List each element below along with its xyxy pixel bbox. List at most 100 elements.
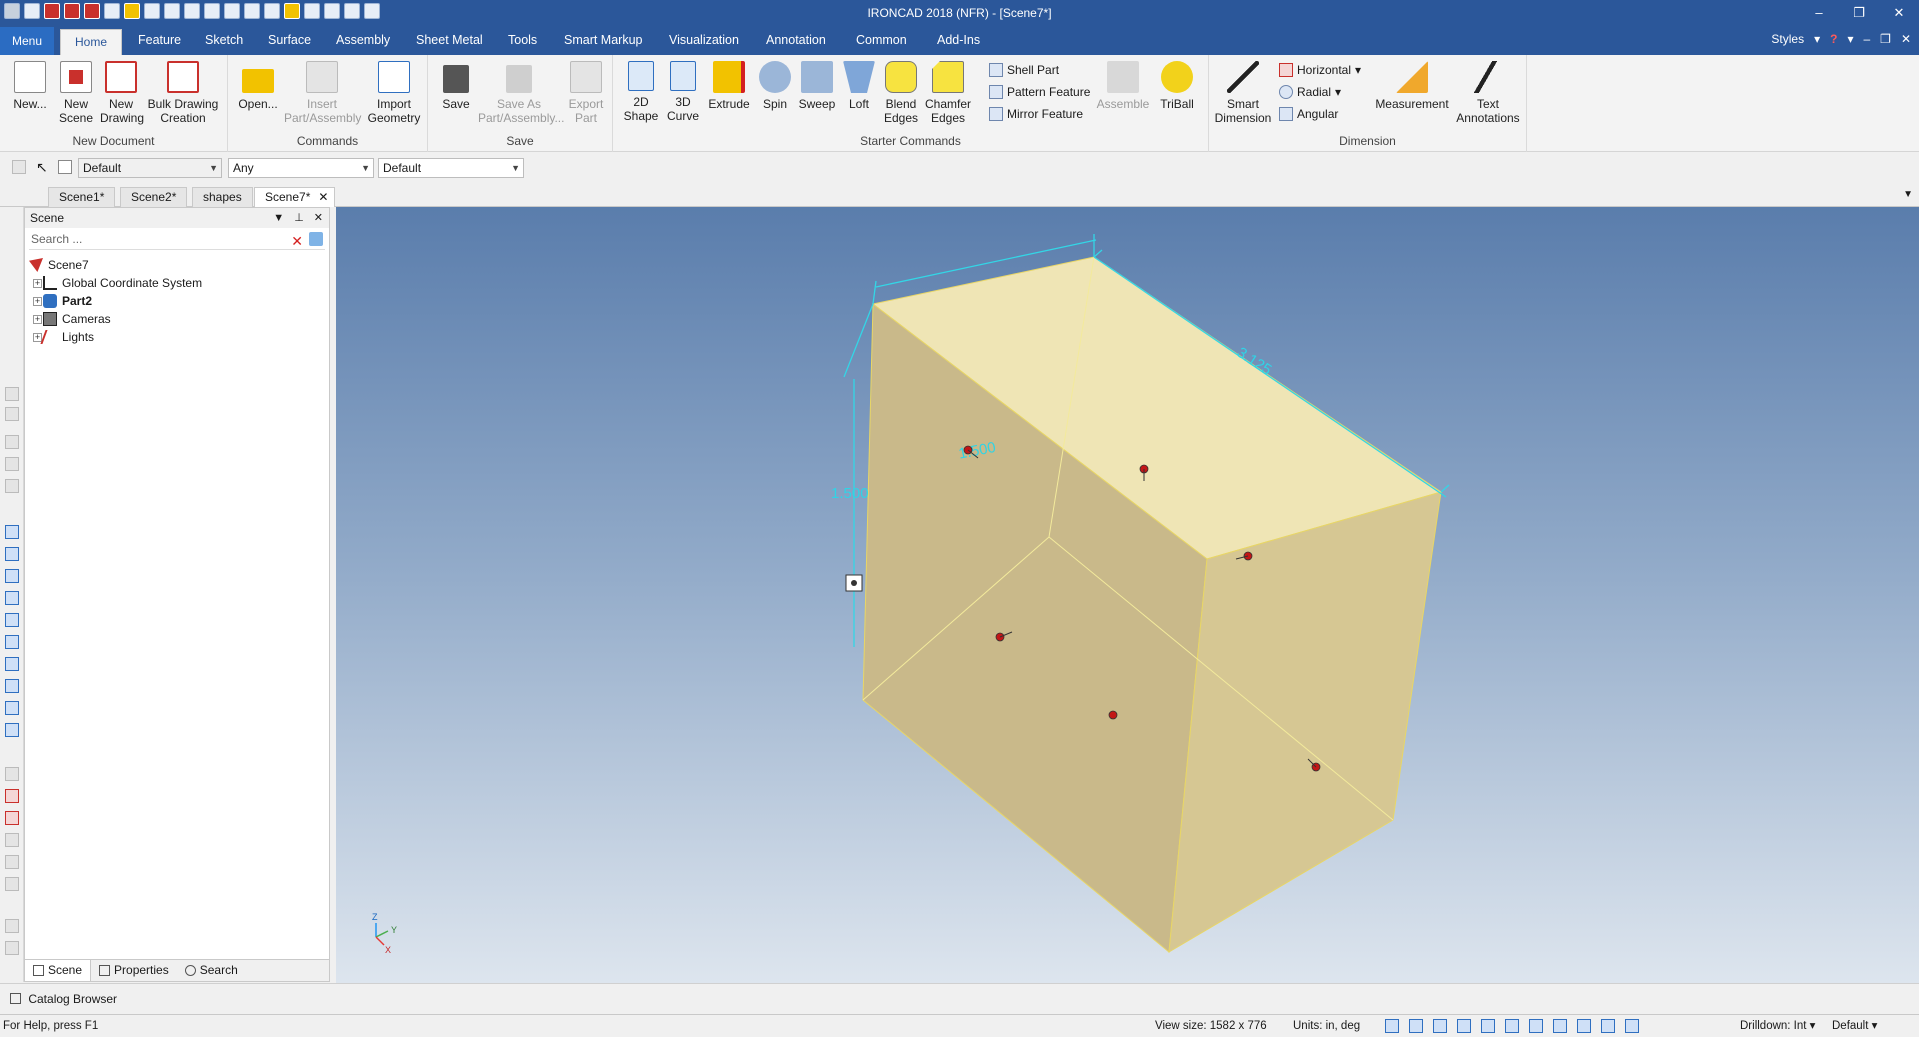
view-cube-icon[interactable] [1433, 1019, 1447, 1033]
new-scene-button[interactable]: New Scene [56, 61, 96, 125]
zoom-window-icon[interactable] [1409, 1019, 1423, 1033]
triball-button[interactable]: TriBall [1155, 61, 1199, 111]
smart-dimension-button[interactable]: Smart Dimension [1213, 61, 1273, 125]
block-icon[interactable] [5, 701, 19, 715]
save-as-button[interactable]: Save As Part/Assembly... [478, 61, 564, 125]
tab-sketch[interactable]: Sketch [205, 33, 243, 47]
view-icon[interactable] [5, 479, 19, 493]
tab-visualization[interactable]: Visualization [669, 33, 739, 47]
tab-list-dropdown-icon[interactable]: ▼ [1903, 189, 1913, 200]
view-icon[interactable] [5, 407, 19, 421]
block-icon[interactable] [5, 525, 19, 539]
section-icon[interactable] [1553, 1019, 1567, 1033]
export-part-button[interactable]: Export Part [564, 61, 608, 125]
tab-tools[interactable]: Tools [508, 33, 537, 47]
sketch-icon[interactable] [5, 833, 19, 847]
pin-icon[interactable]: ⊥ [294, 208, 304, 228]
block-icon[interactable] [5, 613, 19, 627]
expand-icon[interactable]: + [33, 315, 42, 324]
block-right-face[interactable] [1168, 491, 1442, 953]
render-mode-icon[interactable] [1505, 1019, 1519, 1033]
close-icon[interactable]: ✕ [314, 208, 323, 228]
styles-menu[interactable]: Styles [1771, 32, 1804, 46]
angular-dimension-button[interactable]: Angular [1279, 107, 1338, 121]
scene-search-input[interactable]: Search ... ✕ [29, 230, 325, 250]
select-style-combo[interactable]: Default ▼ [78, 158, 222, 178]
selection-icon[interactable] [1601, 1019, 1615, 1033]
radial-dimension-button[interactable]: Radial ▾ [1279, 85, 1341, 99]
view-icon[interactable] [5, 435, 19, 449]
sketch-icon[interactable] [5, 767, 19, 781]
tree-item-lights[interactable]: + Lights [29, 328, 329, 346]
help-icon[interactable]: ? [1830, 32, 1837, 46]
dimension-height-label[interactable]: 1.500 [831, 485, 869, 502]
chamfer-edges-button[interactable]: Chamfer Edges [925, 61, 971, 125]
tab-add-ins[interactable]: Add-Ins [937, 33, 980, 47]
pointer-icon[interactable]: ↖ [36, 159, 48, 176]
select-mode-icon[interactable] [58, 160, 72, 174]
shell-part-button[interactable]: Shell Part [989, 63, 1059, 77]
tree-item-scene7[interactable]: Scene7 [29, 256, 329, 274]
tab-feature[interactable]: Feature [138, 33, 181, 47]
sketch-icon[interactable] [5, 919, 19, 933]
doc-tab-scene7[interactable]: Scene7* ✕ [254, 187, 336, 207]
view-icon[interactable] [5, 387, 19, 401]
clear-search-icon[interactable]: ✕ [291, 232, 303, 250]
insert-part-button[interactable]: Insert Part/Assembly [284, 61, 361, 125]
import-geometry-button[interactable]: Import Geometry [366, 61, 422, 125]
horizontal-dimension-button[interactable]: Horizontal ▾ [1279, 63, 1361, 77]
open-button[interactable]: Open... [236, 61, 280, 111]
default-combo[interactable]: Default ▾ [1832, 1015, 1877, 1037]
tab-assembly[interactable]: Assembly [336, 33, 390, 47]
horizontal-dropdown-icon[interactable]: ▾ [1355, 63, 1361, 77]
catalog-browser-bar[interactable]: Catalog Browser [0, 983, 1919, 1013]
new-drawing-button[interactable]: New Drawing [100, 61, 144, 125]
assemble-button[interactable]: Assemble [1095, 61, 1151, 111]
doc-minimize-icon[interactable]: – [1863, 32, 1870, 46]
pointer-icon[interactable] [1625, 1019, 1639, 1033]
sketch-icon[interactable] [5, 789, 19, 803]
2d-shape-button[interactable]: 2D Shape [623, 61, 659, 123]
sketch-icon[interactable] [5, 877, 19, 891]
view-icon[interactable] [5, 457, 19, 471]
doc-restore-icon[interactable]: ❐ [1880, 32, 1891, 46]
blend-edges-button[interactable]: Blend Edges [881, 61, 921, 125]
restore-button[interactable]: ❐ [1839, 0, 1879, 27]
tab-home[interactable]: Home [60, 29, 122, 55]
doc-tab-scene1[interactable]: Scene1* [48, 187, 116, 207]
scene-canvas[interactable]: 1.500 1.500 3.125 Z Y X [336, 207, 1919, 983]
orbit-icon[interactable] [1481, 1019, 1495, 1033]
expand-icon[interactable]: + [33, 279, 42, 288]
block-icon[interactable] [5, 723, 19, 737]
close-icon[interactable]: ✕ [318, 188, 328, 207]
save-button[interactable]: Save [438, 61, 474, 111]
tab-scene[interactable]: Scene [25, 960, 92, 981]
tree-item-cameras[interactable]: + Cameras [29, 310, 329, 328]
block-icon[interactable] [5, 591, 19, 605]
block-icon[interactable] [5, 657, 19, 671]
block-icon[interactable] [5, 635, 19, 649]
zoom-icon[interactable] [1385, 1019, 1399, 1033]
3d-curve-button[interactable]: 3D Curve [665, 61, 701, 123]
drilldown-combo[interactable]: Drilldown: Int ▾ [1740, 1015, 1815, 1037]
select-filter-icon[interactable] [12, 160, 26, 174]
sketch-icon[interactable] [5, 941, 19, 955]
block-icon[interactable] [5, 569, 19, 583]
tab-search[interactable]: Search [177, 960, 246, 981]
menu-button[interactable]: Menu [0, 27, 54, 55]
measurement-button[interactable]: Measurement [1371, 61, 1453, 111]
radial-dropdown-icon[interactable]: ▾ [1335, 85, 1341, 99]
loft-button[interactable]: Loft [841, 61, 877, 111]
tab-properties[interactable]: Properties [91, 960, 177, 981]
display-icon[interactable] [1529, 1019, 1543, 1033]
sketch-icon[interactable] [5, 855, 19, 869]
pattern-feature-button[interactable]: Pattern Feature [989, 85, 1090, 99]
expand-icon[interactable]: + [33, 297, 42, 306]
filter-icon[interactable] [309, 232, 323, 246]
tree-item-part2[interactable]: + Part2 [29, 292, 329, 310]
mirror-feature-button[interactable]: Mirror Feature [989, 107, 1083, 121]
doc-tab-scene2[interactable]: Scene2* [120, 187, 188, 207]
shading-icon[interactable] [1457, 1019, 1471, 1033]
doc-close-icon[interactable]: ✕ [1901, 32, 1911, 46]
doc-tab-shapes[interactable]: shapes [192, 187, 253, 207]
